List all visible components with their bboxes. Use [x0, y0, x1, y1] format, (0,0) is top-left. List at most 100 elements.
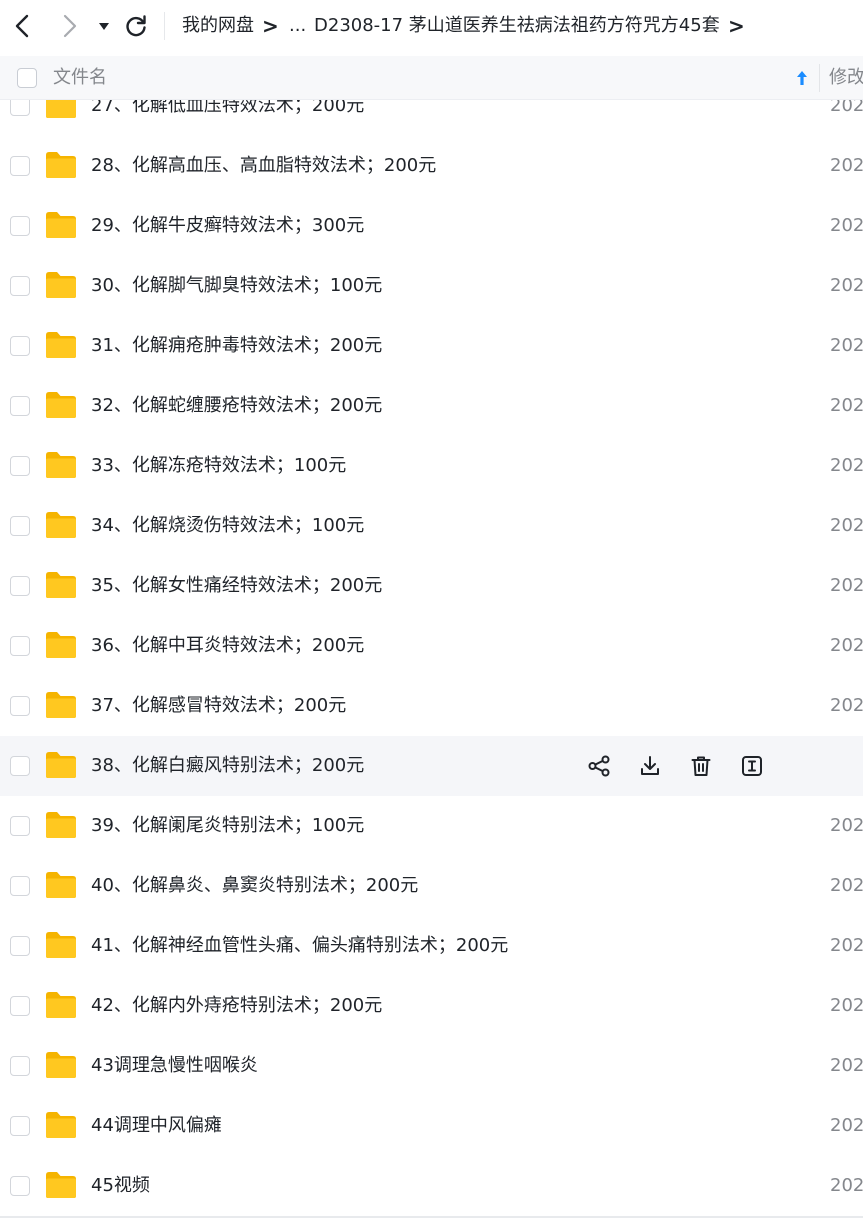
download-icon [638, 754, 662, 778]
modified-date: 202 [830, 1115, 863, 1136]
modified-date: 202 [830, 155, 863, 176]
file-name[interactable]: 36、化解中耳炎特效法术；200元 [91, 633, 364, 659]
folder-icon [44, 930, 78, 960]
row-checkbox[interactable] [10, 576, 30, 596]
file-row[interactable]: 44调理中风偏瘫 202 [0, 1096, 863, 1156]
file-row[interactable]: 33、化解冻疮特效法术；100元 202 [0, 436, 863, 496]
history-dropdown-button[interactable] [94, 16, 114, 36]
modified-date: 202 [830, 335, 863, 356]
modified-date: 202 [830, 815, 863, 836]
file-row[interactable]: 45视频 202 [0, 1156, 863, 1216]
row-action-bar [586, 753, 790, 779]
file-name[interactable]: 40、化解鼻炎、鼻窦炎特别法术；200元 [91, 873, 418, 899]
row-checkbox[interactable] [10, 156, 30, 176]
file-row[interactable]: 41、化解神经血管性头痛、偏头痛特别法术；200元 202 [0, 916, 863, 976]
file-name[interactable]: 38、化解白癜风特别法术；200元 [91, 753, 364, 779]
rename-button[interactable] [739, 753, 765, 779]
file-row[interactable]: 27、化解低血压特效法术；200元 202 [0, 100, 863, 136]
file-row[interactable]: 37、化解感冒特效法术；200元 202 [0, 676, 863, 736]
file-row[interactable]: 30、化解脚气脚臭特效法术；100元 202 [0, 256, 863, 316]
breadcrumb-home[interactable]: 我的网盘 [182, 12, 254, 40]
file-name[interactable]: 35、化解女性痛经特效法术；200元 [91, 573, 382, 599]
row-checkbox[interactable] [10, 756, 30, 776]
row-checkbox[interactable] [10, 936, 30, 956]
file-row[interactable]: 31、化解痈疮肿毒特效法术；200元 202 [0, 316, 863, 376]
file-name[interactable]: 44调理中风偏瘫 [91, 1113, 222, 1139]
column-divider[interactable] [819, 64, 820, 92]
modified-date: 202 [830, 515, 863, 536]
file-name[interactable]: 43调理急慢性咽喉炎 [91, 1053, 258, 1079]
row-checkbox[interactable] [10, 1056, 30, 1076]
folder-icon [44, 210, 78, 240]
file-name[interactable]: 45视频 [91, 1173, 150, 1199]
delete-button[interactable] [688, 753, 714, 779]
breadcrumb-ellipsis[interactable]: ... [289, 12, 306, 40]
modified-date: 202 [830, 575, 863, 596]
folder-icon [44, 870, 78, 900]
caret-down-icon [99, 23, 109, 30]
file-row[interactable]: 42、化解内外痔疮特别法术；200元 202 [0, 976, 863, 1036]
file-name[interactable]: 41、化解神经血管性头痛、偏头痛特别法术；200元 [91, 933, 508, 959]
modified-date: 202 [830, 1175, 863, 1196]
breadcrumb-separator[interactable]: > [728, 12, 745, 40]
file-row[interactable]: 29、化解牛皮癣特效法术；300元 202 [0, 196, 863, 256]
file-row[interactable]: 34、化解烧烫伤特效法术；100元 202 [0, 496, 863, 556]
file-name[interactable]: 32、化解蛇缠腰疮特效法术；200元 [91, 393, 382, 419]
file-name[interactable]: 31、化解痈疮肿毒特效法术；200元 [91, 333, 382, 359]
file-name[interactable]: 37、化解感冒特效法术；200元 [91, 693, 346, 719]
folder-icon [44, 510, 78, 540]
row-checkbox[interactable] [10, 1176, 30, 1196]
toolbar-divider [164, 12, 165, 40]
row-checkbox[interactable] [10, 456, 30, 476]
folder-icon [44, 630, 78, 660]
file-row[interactable]: 36、化解中耳炎特效法术；200元 202 [0, 616, 863, 676]
file-row[interactable]: 39、化解阑尾炎特别法术；100元 202 [0, 796, 863, 856]
file-name[interactable]: 28、化解高血压、高血脂特效法术；200元 [91, 153, 436, 179]
breadcrumb-current-folder[interactable]: D2308-17 茅山道医养生祛病法祖药方符咒方45套 [314, 12, 720, 40]
file-row[interactable]: 35、化解女性痛经特效法术；200元 202 [0, 556, 863, 616]
file-name[interactable]: 30、化解脚气脚臭特效法术；100元 [91, 273, 382, 299]
file-row[interactable]: 38、化解白癜风特别法术；200元 [0, 736, 863, 796]
file-row[interactable]: 43调理急慢性咽喉炎 202 [0, 1036, 863, 1096]
row-checkbox[interactable] [10, 1116, 30, 1136]
file-row[interactable]: 32、化解蛇缠腰疮特效法术；200元 202 [0, 376, 863, 436]
file-name[interactable]: 39、化解阑尾炎特别法术；100元 [91, 813, 364, 839]
row-checkbox[interactable] [10, 516, 30, 536]
modified-date: 202 [830, 995, 863, 1016]
folder-icon [44, 270, 78, 300]
row-checkbox[interactable] [10, 100, 30, 116]
row-checkbox[interactable] [10, 996, 30, 1016]
column-header-filename[interactable]: 文件名 [53, 66, 107, 90]
row-checkbox[interactable] [10, 336, 30, 356]
row-checkbox[interactable] [10, 816, 30, 836]
file-name[interactable]: 42、化解内外痔疮特别法术；200元 [91, 993, 382, 1019]
file-name[interactable]: 27、化解低血压特效法术；200元 [91, 100, 364, 119]
back-button[interactable] [10, 13, 36, 39]
select-all-checkbox[interactable] [17, 68, 37, 88]
sort-ascending-arrow-icon[interactable] [794, 69, 810, 87]
download-button[interactable] [637, 753, 663, 779]
row-checkbox[interactable] [10, 396, 30, 416]
folder-icon [44, 570, 78, 600]
folder-icon [44, 1050, 78, 1080]
file-list-header: 文件名 修改 [0, 56, 863, 100]
file-row[interactable]: 28、化解高血压、高血脂特效法术；200元 202 [0, 136, 863, 196]
modified-date: 202 [830, 635, 863, 656]
folder-icon [44, 100, 78, 120]
row-checkbox[interactable] [10, 636, 30, 656]
folder-icon [44, 330, 78, 360]
modified-date: 202 [830, 875, 863, 896]
file-name[interactable]: 29、化解牛皮癣特效法术；300元 [91, 213, 364, 239]
breadcrumb-separator: > [262, 14, 279, 38]
file-row[interactable]: 40、化解鼻炎、鼻窦炎特别法术；200元 202 [0, 856, 863, 916]
row-checkbox[interactable] [10, 276, 30, 296]
column-header-modified[interactable]: 修改 [829, 66, 863, 90]
row-checkbox[interactable] [10, 216, 30, 236]
refresh-button[interactable] [122, 12, 150, 40]
file-name[interactable]: 33、化解冻疮特效法术；100元 [91, 453, 346, 479]
file-name[interactable]: 34、化解烧烫伤特效法术；100元 [91, 513, 364, 539]
share-button[interactable] [586, 753, 612, 779]
row-checkbox[interactable] [10, 876, 30, 896]
forward-button[interactable] [56, 13, 82, 39]
row-checkbox[interactable] [10, 696, 30, 716]
